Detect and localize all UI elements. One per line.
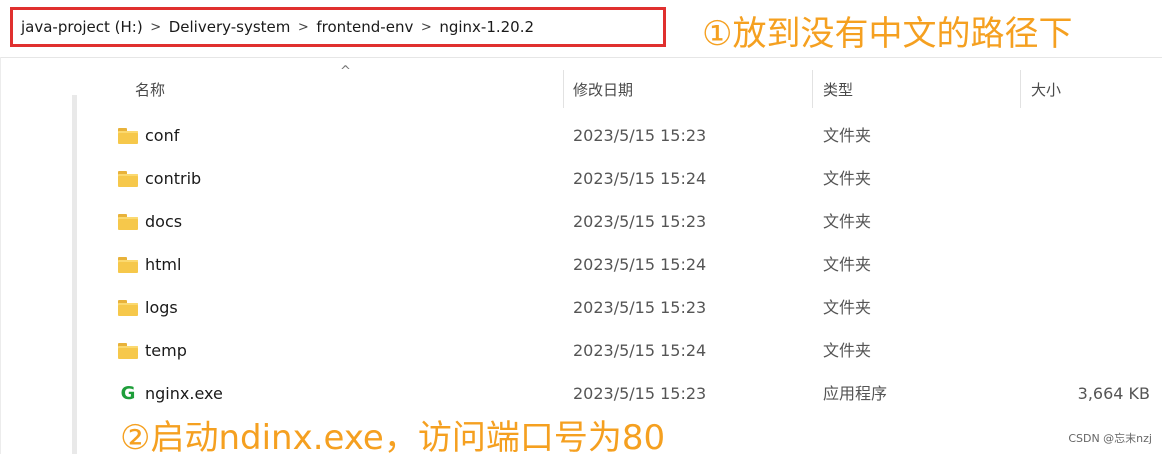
file-name-cell: G nginx.exe — [118, 372, 223, 415]
file-modified-date: 2023/5/15 15:23 — [573, 212, 707, 231]
file-name: conf — [145, 126, 180, 145]
annotation-launch-note: ②启动ndinx.exe，访问端口号为80 — [120, 418, 666, 458]
file-name: html — [145, 255, 182, 274]
file-modified-date: 2023/5/15 15:24 — [573, 341, 707, 360]
nginx-exe-icon: G — [120, 382, 136, 404]
chevron-right-icon: > — [297, 19, 309, 35]
file-modified-date: 2023/5/15 15:23 — [573, 298, 707, 317]
sort-ascending-icon: ^ — [340, 64, 351, 79]
column-header-row: ^ 名称 修改日期 类型 大小 — [90, 64, 1162, 110]
file-type: 文件夹 — [823, 126, 872, 145]
chevron-right-icon: > — [150, 19, 162, 35]
folder-icon — [118, 256, 138, 273]
column-header-name[interactable]: 名称 — [135, 70, 165, 110]
file-name: nginx.exe — [145, 384, 223, 403]
file-type: 文件夹 — [823, 169, 872, 188]
file-name-cell: logs — [118, 286, 178, 329]
folder-icon — [118, 299, 138, 316]
file-row-html[interactable]: html 2023/5/15 15:24 文件夹 — [90, 243, 1162, 286]
column-divider[interactable] — [563, 70, 564, 108]
file-row-logs[interactable]: logs 2023/5/15 15:23 文件夹 — [90, 286, 1162, 329]
breadcrumb-item-frontend-env[interactable]: frontend-env — [316, 18, 413, 36]
file-name-cell: html — [118, 243, 181, 286]
file-type: 文件夹 — [823, 212, 872, 231]
column-divider[interactable] — [812, 70, 813, 108]
file-row-nginx-exe[interactable]: G nginx.exe 2023/5/15 15:23 应用程序 3,664 K… — [90, 372, 1162, 415]
file-type: 应用程序 — [823, 384, 888, 403]
file-name: docs — [145, 212, 183, 231]
file-row-docs[interactable]: docs 2023/5/15 15:23 文件夹 — [90, 200, 1162, 243]
navigation-pane-scrollbar[interactable] — [72, 95, 77, 454]
file-type: 文件夹 — [823, 341, 872, 360]
breadcrumb-item-drive[interactable]: java-project (H:) — [21, 18, 143, 36]
column-divider[interactable] — [1020, 70, 1021, 108]
file-row-contrib[interactable]: contrib 2023/5/15 15:24 文件夹 — [90, 157, 1162, 200]
address-bar-breadcrumb[interactable]: java-project (H:) > Delivery-system > fr… — [10, 7, 666, 47]
column-header-type[interactable]: 类型 — [823, 70, 853, 110]
file-type: 文件夹 — [823, 298, 872, 317]
column-header-size[interactable]: 大小 — [1031, 70, 1061, 110]
file-modified-date: 2023/5/15 15:23 — [573, 126, 707, 145]
file-row-temp[interactable]: temp 2023/5/15 15:24 文件夹 — [90, 329, 1162, 372]
csdn-watermark: CSDN @忘末nzj — [1068, 432, 1152, 445]
file-modified-date: 2023/5/15 15:23 — [573, 384, 707, 403]
file-name-cell: contrib — [118, 157, 201, 200]
file-modified-date: 2023/5/15 15:24 — [573, 255, 707, 274]
column-header-modified[interactable]: 修改日期 — [573, 70, 633, 110]
folder-icon — [118, 127, 138, 144]
folder-icon — [118, 170, 138, 187]
file-size: 3,664 KB — [1077, 384, 1150, 403]
breadcrumb-item-nginx[interactable]: nginx-1.20.2 — [439, 18, 534, 36]
file-row-conf[interactable]: conf 2023/5/15 15:23 文件夹 — [90, 114, 1162, 157]
file-name-cell: conf — [118, 114, 179, 157]
file-type: 文件夹 — [823, 255, 872, 274]
annotation-path-note: ①放到没有中文的路径下 — [702, 14, 1073, 54]
file-name-cell: docs — [118, 200, 182, 243]
chevron-right-icon: > — [420, 19, 432, 35]
file-name-cell: temp — [118, 329, 187, 372]
file-name: logs — [145, 298, 178, 317]
folder-icon — [118, 213, 138, 230]
file-name: contrib — [145, 169, 202, 188]
window-left-edge — [0, 57, 1, 454]
breadcrumb-item-delivery-system[interactable]: Delivery-system — [169, 18, 291, 36]
folder-icon — [118, 342, 138, 359]
file-name: temp — [145, 341, 187, 360]
file-modified-date: 2023/5/15 15:24 — [573, 169, 707, 188]
toolbar-divider — [0, 57, 1162, 58]
